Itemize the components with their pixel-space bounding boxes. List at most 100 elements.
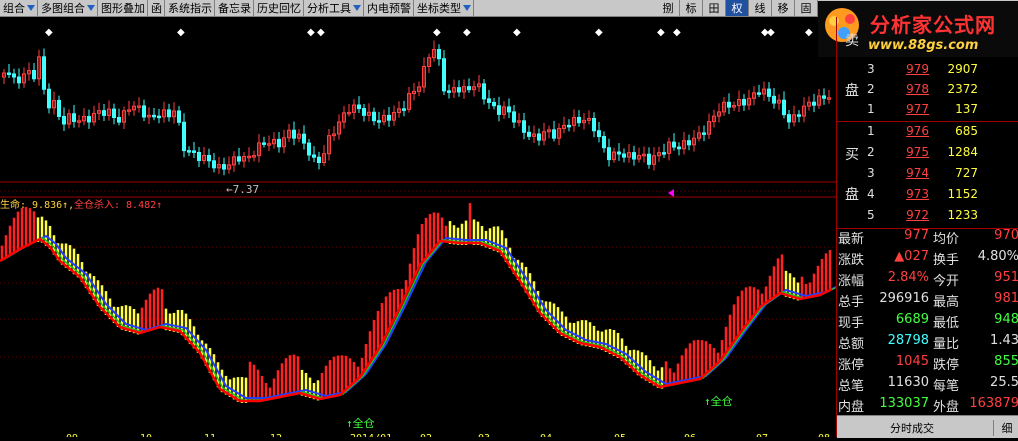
tab-detail[interactable]: 细 — [993, 420, 1018, 436]
candlestick — [102, 110, 106, 116]
candlestick — [167, 109, 171, 118]
signal-dot-icon: ◆ — [433, 27, 441, 38]
price: 973 — [906, 187, 929, 201]
chart-area[interactable]: ◆ ◆ ◆ ◆ ◆ ◆ ◆ ◆ ◆ ◆ ◆ ◆ ◆ ←7.37 生命: 9.836↑, 全仓杀入: 8.482… — [0, 17, 839, 441]
quote-label: 内盘 — [838, 400, 865, 415]
toolbar-item-label: 函 — [151, 2, 162, 15]
quote-label: 换手 — [933, 253, 960, 268]
buy-signal-1: ↑全仓 — [346, 416, 375, 430]
candlestick — [177, 110, 181, 123]
toolbar-item-label: 内电预警 — [367, 2, 411, 15]
toolbar-item-7[interactable]: 分析工具 — [304, 0, 364, 16]
buy-row[interactable]: 5 972 1233 — [837, 208, 1018, 228]
signal-dot-icon: ◆ — [317, 27, 325, 38]
buy-row[interactable]: 2 975 1284 — [837, 145, 1018, 165]
toolbar-button-6[interactable]: 固 — [795, 0, 818, 16]
buy-signal-2: ↑全仓 — [704, 394, 733, 408]
candlestick — [222, 164, 226, 170]
candlestick — [767, 88, 771, 97]
toolbar-item-0[interactable]: 组合 — [0, 0, 38, 16]
buy-row[interactable]: 4 973 1152 — [837, 187, 1018, 207]
signal-dot-icon: ◆ — [463, 27, 471, 38]
candlestick — [187, 150, 191, 153]
quote-label: 涨停 — [838, 358, 865, 373]
candlestick — [482, 83, 486, 100]
sell-row[interactable]: 1 977 137 — [837, 102, 1018, 122]
candlestick — [112, 108, 116, 119]
quote-row: 涨跌 ▲027 换手 4.80% — [837, 249, 1018, 270]
quote-value: 133037 — [879, 396, 929, 411]
toolbar-button-5[interactable]: 移 — [772, 0, 795, 16]
quote-row: 总手 296916 最高 981 — [837, 291, 1018, 312]
level: 1 — [867, 102, 875, 116]
candlestick — [442, 58, 446, 92]
date-tick: 12 — [270, 433, 282, 437]
signal-dot-icon: ◆ — [805, 27, 813, 38]
toolbar-button-4[interactable]: 线 — [749, 0, 772, 16]
toolbar-item-6[interactable]: 历史回忆 — [254, 0, 304, 16]
volume: 2907 — [947, 62, 978, 76]
candlestick — [687, 140, 691, 146]
candlestick — [492, 101, 496, 107]
toolbar-item-3[interactable]: 函 — [148, 0, 165, 16]
price: 972 — [906, 208, 929, 222]
toolbar-item-4[interactable]: 系统指示 — [165, 0, 215, 16]
dropdown-arrow-icon — [87, 5, 95, 11]
quote-label: 外盘 — [933, 400, 960, 415]
candlestick — [507, 106, 511, 113]
candlestick — [662, 152, 666, 155]
sell-row[interactable]: 3 979 2907 — [837, 62, 1018, 82]
candlestick — [262, 142, 266, 145]
quote-value: 11630 — [887, 375, 929, 390]
candlestick — [437, 48, 441, 60]
date-axis — [0, 431, 836, 437]
candlestick — [567, 124, 571, 128]
level: 2 — [867, 145, 875, 159]
candlestick — [17, 76, 21, 84]
buy-row[interactable]: 3 974 727 — [837, 166, 1018, 186]
candlestick — [47, 88, 51, 109]
candlestick — [197, 151, 201, 162]
date-tick: 04 — [540, 433, 552, 437]
quote-label: 总手 — [838, 295, 865, 310]
toolbar-item-label: 组合 — [3, 2, 25, 15]
toolbar-button-2[interactable]: 田 — [703, 0, 726, 16]
candlestick — [72, 113, 76, 122]
quote-label: 总额 — [838, 337, 865, 352]
price: 979 — [906, 62, 929, 76]
toolbar-button-3[interactable]: 权 — [726, 0, 749, 16]
candlestick — [402, 108, 406, 111]
toolbar-item-1[interactable]: 多图组合 — [38, 0, 98, 16]
candlestick — [727, 101, 731, 108]
candlestick — [277, 138, 281, 148]
dropdown-arrow-icon — [463, 5, 471, 11]
buy-row[interactable]: 1 976 685 — [837, 124, 1018, 144]
candlestick — [362, 108, 366, 116]
toolbar-button-0[interactable]: 捌 — [657, 0, 680, 16]
toolbar-item-2[interactable]: 图形叠加 — [98, 0, 148, 16]
date-tick: 09 — [66, 433, 78, 437]
toolbar-item-8[interactable]: 内电预警 — [364, 0, 414, 16]
quote-value: 25.5 — [990, 375, 1018, 390]
chart-svg[interactable]: ◆ ◆ ◆ ◆ ◆ ◆ ◆ ◆ ◆ ◆ ◆◆ ◆←7.37生命: 9.836↑, 全仓杀入: 8.482… — [0, 17, 839, 441]
indicator-value: 全仓杀入: 8.482↑ — [74, 198, 162, 211]
toolbar-button-1[interactable]: 标 — [680, 0, 703, 16]
tab-fenshi-chengjiao[interactable]: 分时成交 — [857, 420, 967, 436]
sell-row[interactable]: 2 978 2372 — [837, 82, 1018, 102]
volume: 1233 — [947, 208, 978, 222]
volume: 2372 — [947, 82, 978, 96]
candlestick — [757, 92, 761, 95]
candlestick — [457, 87, 461, 93]
quote-value: 981 — [994, 291, 1018, 306]
date-tick: 05 — [614, 433, 626, 437]
candlestick — [812, 101, 816, 106]
candlestick — [312, 154, 316, 158]
quote-value: 28798 — [887, 333, 929, 348]
toolbar-item-5[interactable]: 备忘录 — [215, 0, 254, 16]
toolbar-item-label: 分析工具 — [307, 2, 351, 15]
quote-label: 每笔 — [933, 379, 960, 394]
quote-row: 涨幅 2.84% 今开 951 — [837, 270, 1018, 291]
volume: 1284 — [947, 145, 978, 159]
toolbar-item-9[interactable]: 坐标类型 — [414, 0, 474, 16]
price: 978 — [906, 82, 929, 96]
